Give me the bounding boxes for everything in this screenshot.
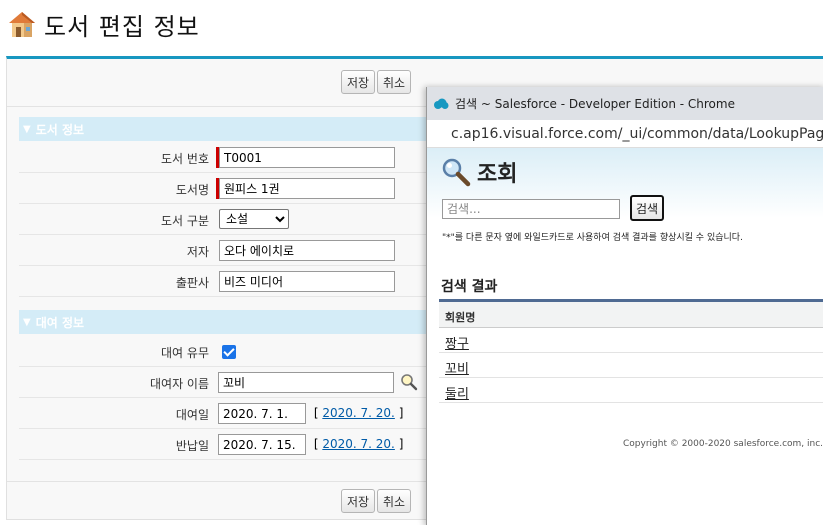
rent-date-today: [ 2020. 7. 20. ] <box>314 406 404 420</box>
results-title: 검색 결과 <box>441 279 498 295</box>
book-name-input[interactable] <box>219 178 395 199</box>
field-row-return-date: 반납일 [ 2020. 7. 20. ] <box>19 429 439 460</box>
lookup-title: 조회 <box>477 162 518 187</box>
field-row-author: 저자 <box>19 235 439 266</box>
lookup-popup-window: 검색 ~ Salesforce - Developer Edition - Ch… <box>426 87 823 525</box>
table-row: 짱구 <box>439 328 823 353</box>
book-no-label: 도서 번호 <box>161 152 209 166</box>
book-name-label: 도서명 <box>175 183 209 197</box>
book-type-label: 도서 구분 <box>161 214 209 228</box>
lookup-magnifier-icon[interactable] <box>400 373 418 391</box>
field-row-publisher: 출판사 <box>19 266 439 297</box>
save-button[interactable]: 저장 <box>341 489 376 513</box>
publisher-input[interactable] <box>219 271 395 292</box>
popup-url-bar[interactable]: c.ap16.visual.force.com/_ui/common/data/… <box>427 120 823 148</box>
return-date-control: [ 2020. 7. 20. ] <box>218 434 403 455</box>
table-row: 꼬비 <box>439 353 823 378</box>
popup-titlebar[interactable]: 검색 ~ Salesforce - Developer Edition - Ch… <box>427 87 823 120</box>
bracket-open: [ <box>313 406 319 420</box>
bracket-open: [ <box>313 437 319 451</box>
result-link[interactable]: 둘리 <box>445 387 469 402</box>
bracket-close: ] <box>398 406 404 420</box>
house-icon <box>9 12 35 37</box>
popup-url: c.ap16.visual.force.com/_ui/common/data/… <box>451 125 823 142</box>
field-row-book-type: 도서 구분 소설 <box>19 204 439 235</box>
rented-label: 대여 유무 <box>161 346 209 360</box>
salesforce-cloud-icon <box>434 98 449 109</box>
table-row: 둘리 <box>439 378 823 403</box>
result-link[interactable]: 꼬비 <box>445 362 469 377</box>
author-input[interactable] <box>219 240 395 261</box>
save-button[interactable]: 저장 <box>341 70 376 94</box>
section-label: 도서 정보 <box>35 122 85 137</box>
return-date-label: 반납일 <box>175 439 209 453</box>
wildcard-hint: "*"를 다른 문자 옆에 와일드카드로 사용하여 검색 결과를 향상시킬 수 … <box>442 233 743 243</box>
field-row-book-no: 도서 번호 <box>19 142 439 173</box>
field-row-book-name: 도서명 <box>19 173 439 204</box>
renter-control <box>218 372 418 393</box>
lookup-search-input[interactable] <box>442 199 620 219</box>
page-header: 도서 편집 정보 <box>6 4 200 44</box>
popup-body: 조회 검색 "*"를 다른 문자 옆에 와일드카드로 사용하여 검색 결과를 향… <box>427 148 823 525</box>
cancel-button[interactable]: 취소 <box>377 489 412 513</box>
copyright-text: Copyright © 2000-2020 salesforce.com, in… <box>623 439 823 449</box>
book-no-control <box>216 147 395 168</box>
rent-date-label: 대여일 <box>175 408 209 422</box>
book-name-control <box>216 178 395 199</box>
book-type-control: 소설 <box>216 209 289 229</box>
author-control <box>219 240 395 261</box>
renter-label: 대여자 이름 <box>149 377 209 391</box>
collapse-triangle-icon[interactable]: ▼ <box>23 124 31 135</box>
field-row-rented: 대여 유무 <box>19 336 439 367</box>
rented-control <box>222 341 236 362</box>
publisher-control <box>219 271 395 292</box>
rent-date-today-link[interactable]: 2020. 7. 20. <box>322 406 395 420</box>
collapse-triangle-icon[interactable]: ▼ <box>23 317 31 328</box>
book-type-select[interactable]: 소설 <box>219 209 289 229</box>
publisher-label: 출판사 <box>175 276 209 290</box>
book-no-input[interactable] <box>219 147 395 168</box>
results-column-header: 회원명 <box>439 302 823 328</box>
result-link[interactable]: 짱구 <box>445 337 469 352</box>
lookup-search-button[interactable]: 검색 <box>630 195 665 221</box>
renter-input[interactable] <box>218 372 394 393</box>
return-date-input[interactable] <box>218 434 306 455</box>
field-row-rent-date: 대여일 [ 2020. 7. 20. ] <box>19 398 439 429</box>
magnifier-icon <box>442 158 471 187</box>
return-date-today-link[interactable]: 2020. 7. 20. <box>322 437 395 451</box>
rented-checkbox[interactable] <box>222 345 236 359</box>
lookup-heading: 조회 <box>441 156 517 188</box>
rent-date-control: [ 2020. 7. 20. ] <box>218 403 403 424</box>
results-table: 회원명 짱구 꼬비 둘리 <box>439 299 823 403</box>
page-title: 도서 편집 정보 <box>44 12 200 41</box>
popup-window-title: 검색 ~ Salesforce - Developer Edition - Ch… <box>455 97 735 111</box>
section-label: 대여 정보 <box>35 315 85 330</box>
return-date-today: [ 2020. 7. 20. ] <box>314 437 404 451</box>
field-row-renter: 대여자 이름 <box>19 367 439 398</box>
rent-date-input[interactable] <box>218 403 306 424</box>
author-label: 저자 <box>186 245 209 259</box>
cancel-button[interactable]: 취소 <box>377 70 412 94</box>
bracket-close: ] <box>398 437 404 451</box>
